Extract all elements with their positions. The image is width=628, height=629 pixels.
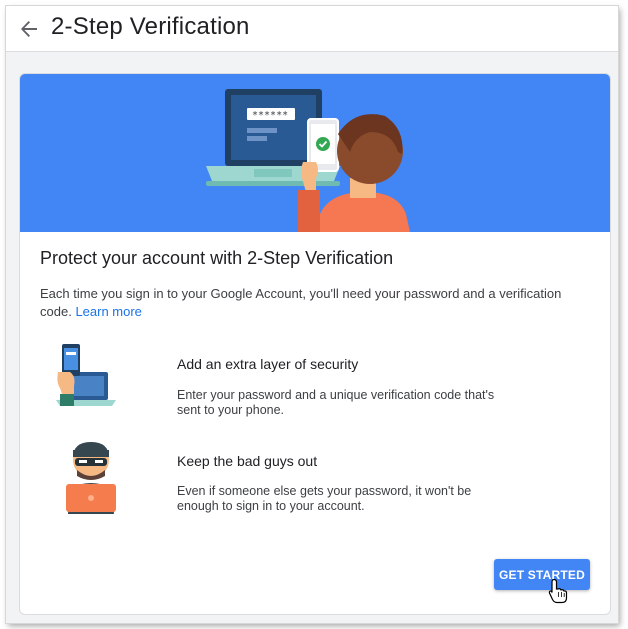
get-started-button[interactable]: GET STARTED bbox=[494, 559, 590, 590]
page-title: 2-Step Verification bbox=[51, 13, 250, 40]
phone-laptop-icon bbox=[50, 342, 122, 419]
feature-body-security: Enter your password and a unique verific… bbox=[177, 388, 495, 417]
hero-illustration: ****** bbox=[20, 74, 610, 232]
card-description: Each time you sign in to your Google Acc… bbox=[40, 285, 580, 321]
verification-card: ****** Protect your account with 2-Step … bbox=[19, 73, 611, 615]
card-heading: Protect your account with 2-Step Verific… bbox=[40, 248, 394, 268]
hand-pointer-icon bbox=[548, 578, 568, 609]
top-app-bar: 2-Step Verification bbox=[6, 6, 618, 52]
feature-body-bad-guys: Even if someone else gets your password,… bbox=[177, 484, 472, 513]
burglar-icon bbox=[58, 438, 124, 519]
window-frame: 2-Step Verification ****** Protect your … bbox=[6, 6, 618, 623]
password-mask-text: ****** bbox=[252, 110, 288, 121]
learn-more-link[interactable]: Learn more bbox=[75, 304, 141, 319]
feature-title-security: Add an extra layer of security bbox=[177, 356, 359, 372]
feature-title-bad-guys: Keep the bad guys out bbox=[177, 453, 318, 469]
back-arrow-icon[interactable] bbox=[16, 16, 42, 42]
